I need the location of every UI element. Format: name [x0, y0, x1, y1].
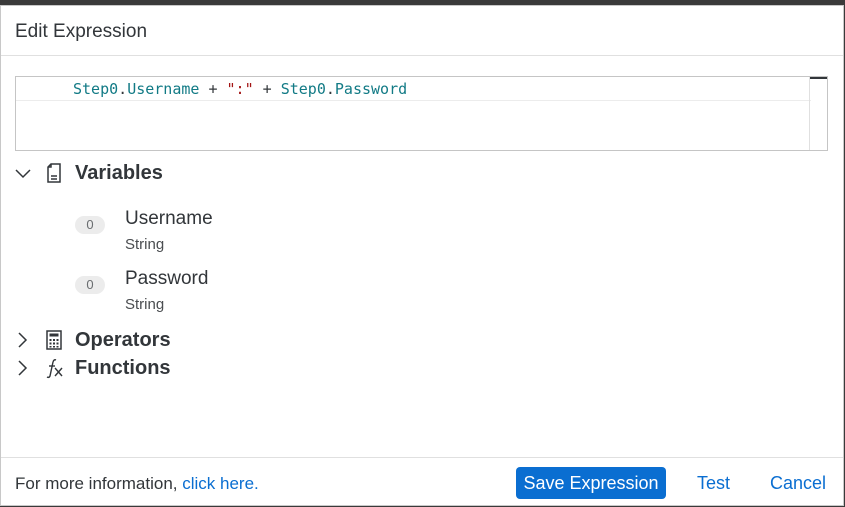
code-token-ident: Username	[127, 80, 200, 98]
click-here-link[interactable]: click here.	[182, 474, 259, 493]
variable-name: Username	[125, 208, 213, 229]
code-token-op: +	[199, 80, 227, 98]
code-token-ident: Step0	[73, 80, 119, 98]
code-token-op: +	[253, 80, 281, 98]
more-info-text: For more information, click here.	[15, 474, 259, 494]
chevron-right-icon[interactable]	[14, 331, 32, 349]
variable-badge: 0	[75, 276, 105, 294]
variable-type: String	[125, 296, 165, 313]
section-operators[interactable]: Operators	[1, 326, 401, 354]
expression-code[interactable]: Step0.Username + ":" + Step0.Password	[73, 80, 407, 98]
dialog-footer: For more information, click here. Save E…	[1, 457, 843, 507]
code-token-ident: Step0	[280, 80, 326, 98]
variable-badge: 0	[75, 216, 105, 234]
variable-item-password[interactable]: 0 Password String	[75, 268, 375, 318]
code-token-str: ":"	[226, 80, 254, 98]
variable-name: Password	[125, 268, 209, 289]
dialog-header: Edit Expression	[1, 6, 843, 56]
section-functions[interactable]: Functions	[1, 354, 401, 382]
editor-active-line[interactable]: Step0.Username + ":" + Step0.Password	[16, 77, 811, 101]
more-info-prefix: For more information,	[15, 474, 183, 493]
section-variables-label: Variables	[75, 162, 163, 184]
section-variables[interactable]: Variables	[1, 159, 401, 187]
cancel-button[interactable]: Cancel	[770, 467, 826, 499]
editor-scrollbar-thumb[interactable]	[810, 77, 827, 79]
code-token-op: .	[325, 80, 335, 98]
section-operators-label: Operators	[75, 329, 171, 351]
expression-editor[interactable]: Step0.Username + ":" + Step0.Password	[15, 76, 828, 151]
chevron-right-icon[interactable]	[14, 359, 32, 377]
variable-type: String	[125, 236, 165, 253]
dialog-title: Edit Expression	[15, 21, 148, 42]
code-token-ident: Password	[334, 80, 408, 98]
editor-scrollbar[interactable]	[809, 77, 827, 150]
edit-expression-dialog: Edit Expression Step0.Username + ":" + S…	[0, 5, 844, 506]
fx-icon	[46, 359, 63, 379]
section-functions-label: Functions	[75, 357, 171, 379]
test-button[interactable]: Test	[697, 467, 730, 499]
document-icon	[47, 163, 61, 183]
variable-item-username[interactable]: 0 Username String	[75, 208, 375, 258]
code-token-op: .	[118, 80, 128, 98]
chevron-down-icon[interactable]	[14, 164, 32, 182]
calculator-icon	[46, 330, 62, 350]
save-expression-button[interactable]: Save Expression	[516, 467, 666, 499]
